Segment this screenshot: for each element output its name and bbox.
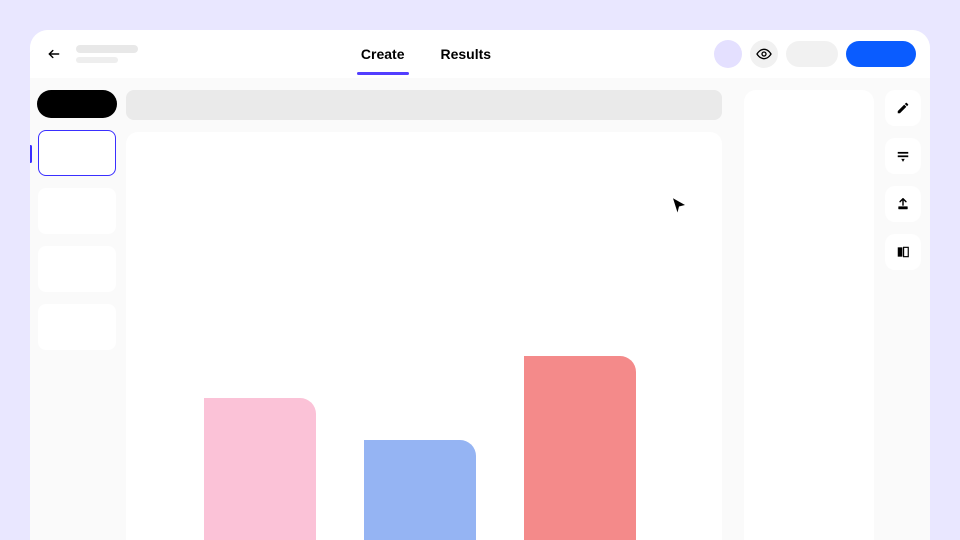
- bar-wrap: [364, 440, 484, 540]
- edit-icon: [896, 101, 910, 115]
- add-slide-button[interactable]: [37, 90, 117, 118]
- cursor-icon: [670, 196, 688, 214]
- app-window: Create Results: [30, 30, 930, 540]
- bar-wrap: [524, 356, 644, 540]
- header: Create Results: [30, 30, 930, 78]
- bar-wrap: [204, 398, 324, 540]
- header-right: [714, 40, 916, 68]
- back-button[interactable]: [44, 44, 64, 64]
- document-title-placeholder: [76, 45, 138, 63]
- avatar[interactable]: [714, 40, 742, 68]
- slide-thumb[interactable]: [38, 130, 116, 176]
- slide-thumb[interactable]: [38, 304, 116, 350]
- tab-results[interactable]: Results: [441, 33, 492, 75]
- tool-layout[interactable]: [885, 234, 921, 270]
- tab-create[interactable]: Create: [361, 33, 405, 75]
- properties-panel[interactable]: [744, 90, 874, 540]
- bar-chart: [204, 152, 644, 540]
- header-tabs: Create Results: [150, 33, 702, 75]
- slide-thumb[interactable]: [38, 188, 116, 234]
- body: [30, 78, 930, 540]
- eye-icon: [756, 46, 772, 62]
- header-action-secondary[interactable]: [786, 41, 838, 67]
- tool-image[interactable]: [885, 186, 921, 222]
- slide-rail: [30, 78, 126, 540]
- layout-icon: [896, 245, 910, 259]
- tool-edit[interactable]: [885, 90, 921, 126]
- chart-bar[interactable]: [524, 356, 636, 540]
- slide-canvas[interactable]: [126, 132, 722, 540]
- tool-text-block[interactable]: [885, 138, 921, 174]
- tool-rail: [882, 78, 930, 540]
- text-block-icon: [896, 149, 910, 163]
- image-icon: [896, 197, 910, 211]
- header-action-primary[interactable]: [846, 41, 916, 67]
- chart-bar[interactable]: [204, 398, 316, 540]
- slide-thumb[interactable]: [38, 246, 116, 292]
- center-column: [126, 78, 734, 540]
- chart-bar[interactable]: [364, 440, 476, 540]
- arrow-left-icon: [47, 47, 61, 61]
- preview-button[interactable]: [750, 40, 778, 68]
- slide-title-input[interactable]: [126, 90, 722, 120]
